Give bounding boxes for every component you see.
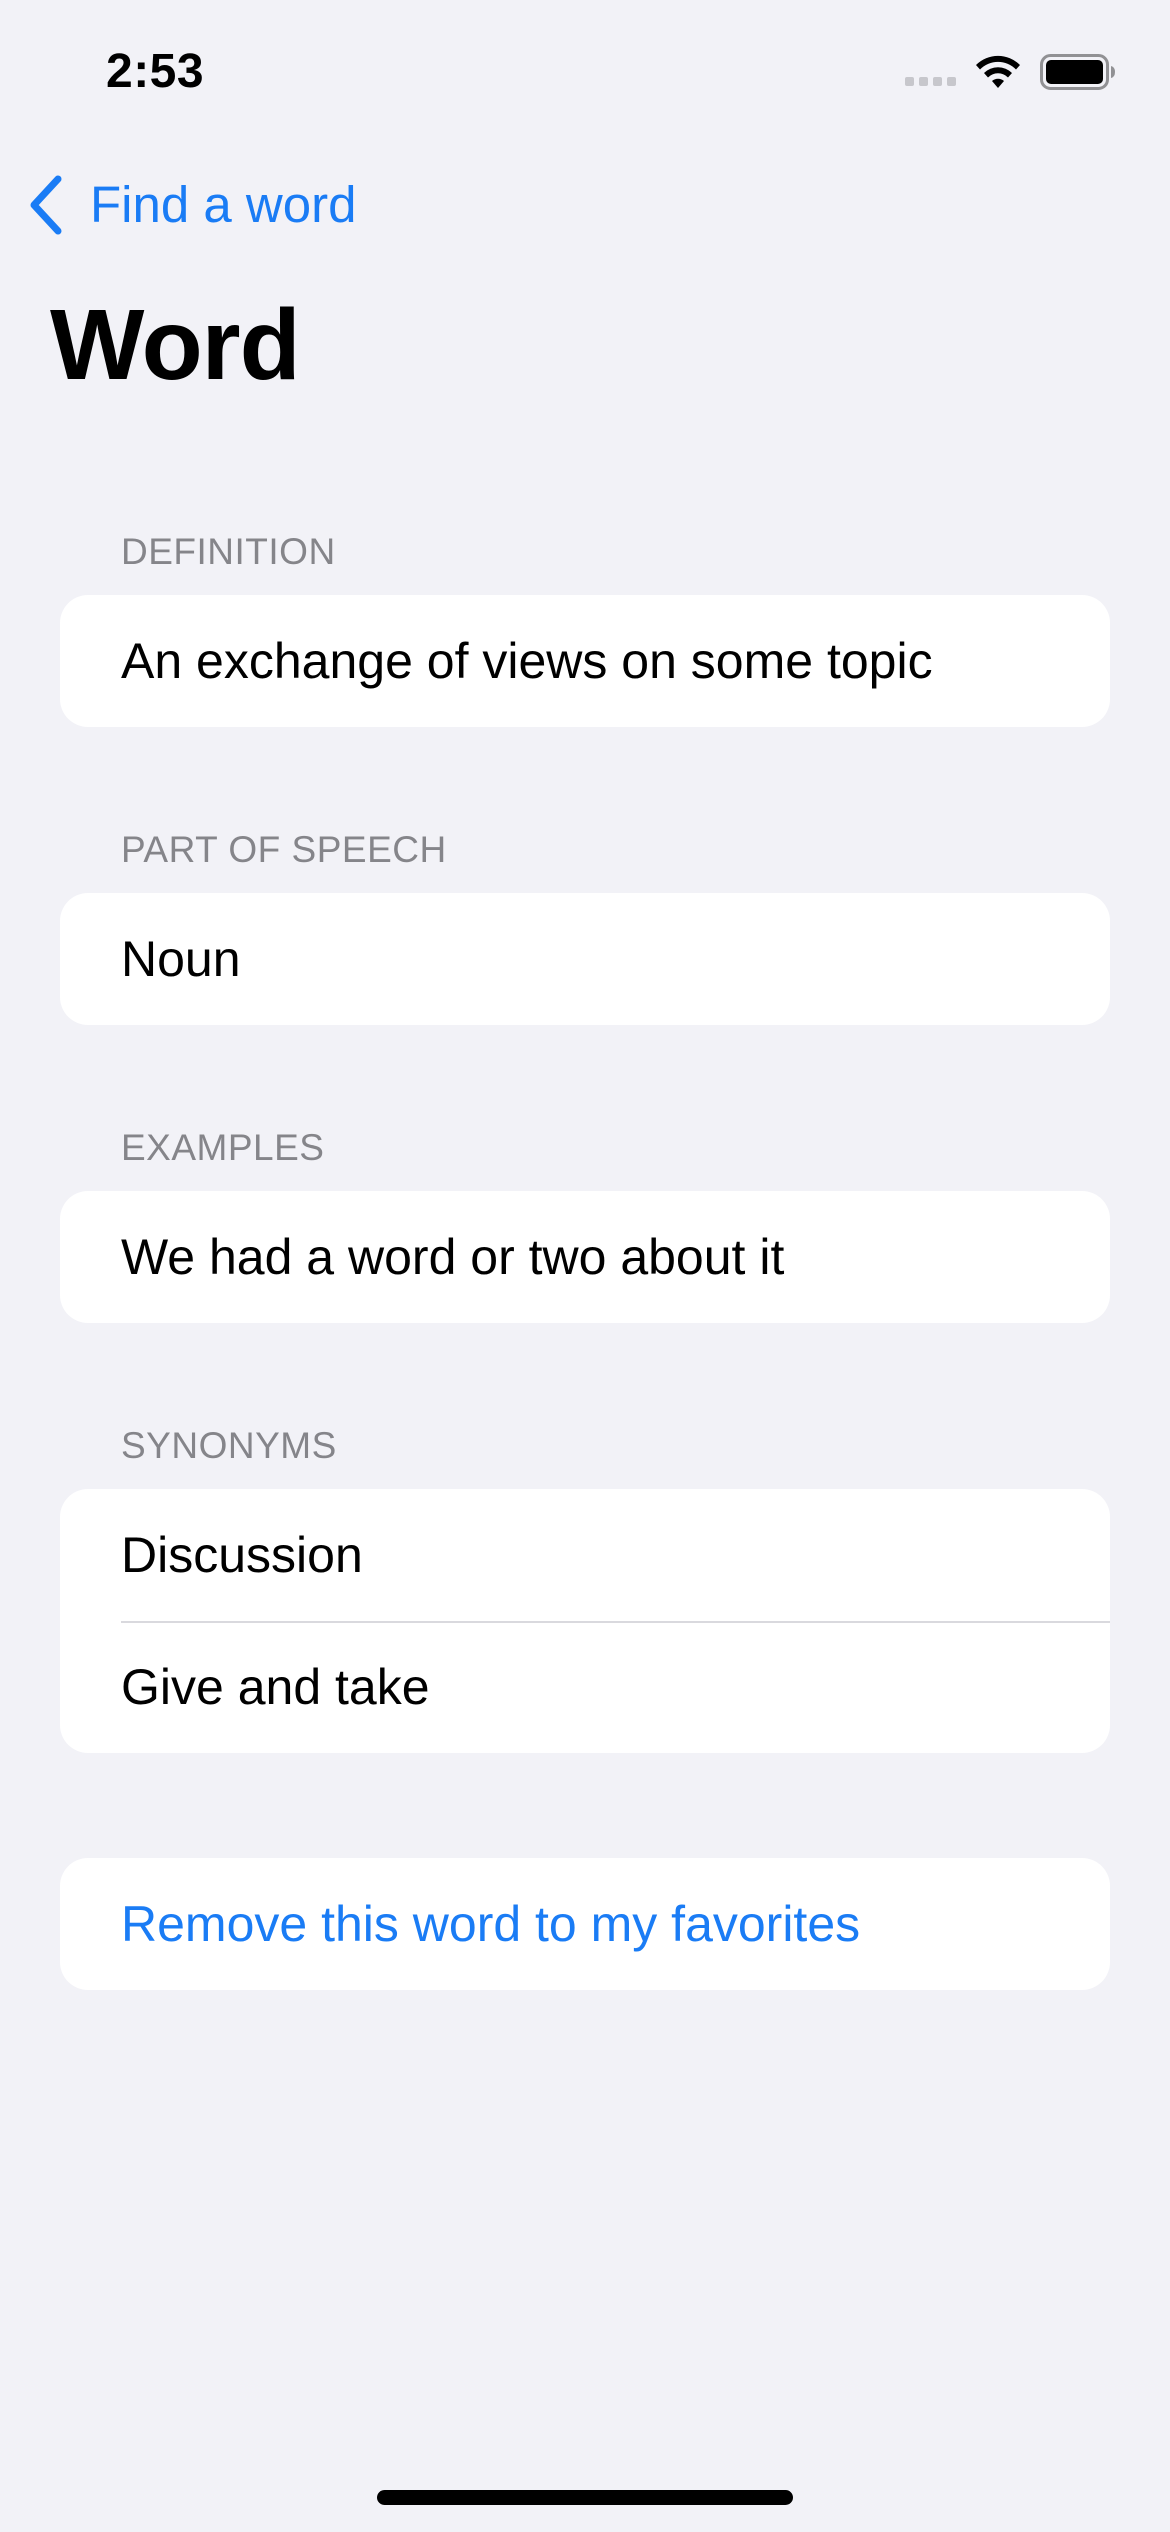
synonym-text: Discussion <box>121 1527 363 1583</box>
synonym-row: Give and take <box>60 1621 1110 1753</box>
home-indicator[interactable] <box>377 2490 793 2505</box>
back-button-label: Find a word <box>90 176 357 233</box>
favorite-card: Remove this word to my favorites <box>60 1858 1110 1990</box>
examples-header: EXAMPLES <box>121 1127 325 1168</box>
status-time: 2:53 <box>106 45 205 98</box>
definition-text: An exchange of views on some topic <box>121 633 933 689</box>
synonym-text: Give and take <box>121 1659 430 1715</box>
status-icons <box>905 52 1116 92</box>
chevron-left-icon <box>30 175 62 235</box>
example-row: We had a word or two about it <box>60 1191 1110 1323</box>
part-of-speech-text: Noun <box>121 931 241 987</box>
synonym-row: Discussion <box>60 1489 1110 1621</box>
synonyms-header: SYNONYMS <box>121 1425 337 1466</box>
page-title: Word <box>50 289 301 401</box>
definition-row: An exchange of views on some topic <box>60 595 1110 727</box>
example-text: We had a word or two about it <box>121 1229 785 1285</box>
definition-header: DEFINITION <box>121 531 336 572</box>
cellular-signal-icon <box>905 76 956 86</box>
part-of-speech-header: PART OF SPEECH <box>121 829 447 870</box>
part-of-speech-card: Noun <box>60 893 1110 1025</box>
part-of-speech-row: Noun <box>60 893 1110 1025</box>
status-bar: 2:53 <box>0 0 1170 140</box>
battery-icon <box>1040 54 1115 90</box>
examples-card: We had a word or two about it <box>60 1191 1110 1323</box>
remove-favorite-button[interactable]: Remove this word to my favorites <box>60 1858 1110 1990</box>
wifi-icon <box>976 55 1020 88</box>
definition-card: An exchange of views on some topic <box>60 595 1110 727</box>
back-button[interactable]: Find a word <box>26 172 356 238</box>
remove-favorite-label: Remove this word to my favorites <box>121 1896 861 1952</box>
synonyms-card: Discussion Give and take <box>60 1489 1110 1753</box>
